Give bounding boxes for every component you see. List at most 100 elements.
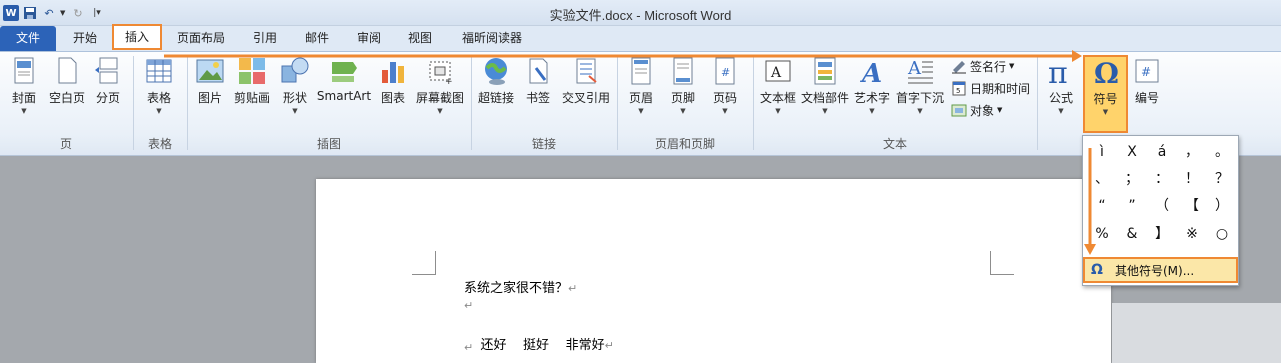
page-break-button[interactable]: 分页 [92, 56, 124, 106]
clipart-label: 剪贴画 [233, 91, 270, 105]
footer-button[interactable]: 页脚 ▼ [666, 56, 700, 115]
signature-line-label: 签名行 [970, 59, 1007, 74]
shapes-button[interactable]: 形状 ▼ [278, 56, 312, 115]
header-button[interactable]: 页眉 ▼ [624, 56, 658, 115]
symbol-cell[interactable]: 。 [1207, 140, 1237, 164]
group-label-table: 表格 [147, 137, 172, 151]
document-line-2[interactable]: ↵ [464, 298, 473, 313]
document-line-4[interactable]: ↵ [464, 340, 473, 355]
blank-page-button[interactable]: 空白页 [46, 56, 88, 106]
picture-button[interactable]: 图片 [193, 56, 227, 106]
symbol-button[interactable]: Ω 符号 ▼ [1083, 55, 1128, 133]
smartart-button[interactable]: SmartArt [316, 56, 372, 103]
more-symbols-item[interactable]: Ω 其他符号(M)... [1083, 257, 1238, 283]
signature-line-button[interactable]: 签名行 ▼ [951, 56, 1014, 76]
header-icon [631, 57, 651, 85]
paragraph-mark-icon: ↵ [464, 299, 474, 312]
screenshot-label: 屏幕截图 [415, 91, 464, 105]
symbol-cell[interactable]: á [1147, 140, 1177, 164]
blank-page-icon [58, 57, 77, 84]
svg-text:Ω: Ω [1094, 57, 1119, 87]
symbol-cell[interactable]: “ [1087, 194, 1117, 218]
symbol-cell[interactable]: ！ [1177, 167, 1207, 191]
object-label: 对象 [970, 103, 995, 118]
chart-label: 图表 [380, 91, 405, 105]
symbol-cell[interactable]: X [1117, 140, 1147, 164]
date-time-button[interactable]: 5 日期和时间 [951, 78, 1030, 98]
dropcap-dropdown-icon: ▼ [917, 107, 923, 115]
symbol-cell[interactable]: ○ [1207, 222, 1237, 246]
title-bar: W ↶ ▼ ↻ |▾ 实验文件.docx - Microsoft Word [0, 0, 1281, 26]
paragraph-mark-icon: ↵ [604, 339, 614, 352]
group-label-illustrations: 插图 [316, 137, 341, 151]
bookmark-button[interactable]: 书签 [522, 56, 554, 106]
symbol-cell[interactable]: ？ [1207, 167, 1237, 191]
date-time-label: 日期和时间 [970, 81, 1031, 96]
shapes-icon [281, 57, 309, 83]
tab-review[interactable]: 审阅 [347, 26, 391, 51]
tab-mailings[interactable]: 邮件 [295, 26, 339, 51]
clipart-button[interactable]: 剪贴画 [232, 56, 272, 106]
group-label-text: 文本 [882, 137, 907, 151]
equation-button[interactable]: π 公式 ▼ [1042, 56, 1080, 115]
symbol-cell[interactable]: % [1087, 222, 1117, 246]
chart-button[interactable]: 图表 [376, 56, 410, 106]
header-dropdown-icon: ▼ [638, 107, 644, 115]
table-label: 表格 [146, 91, 171, 105]
symbol-cell[interactable]: 【 [1177, 194, 1207, 218]
symbol-cell[interactable]: ） [1207, 194, 1237, 218]
svg-text:π: π [1048, 56, 1068, 86]
group-label-links: 链接 [531, 137, 556, 151]
tab-page-layout[interactable]: 页面布局 [168, 26, 234, 51]
document-page[interactable]: 系统之家很不错？↵ ↵ 还好 挺好 非常好↵ ↵ [316, 179, 1111, 363]
symbol-cell[interactable]: （ [1147, 194, 1177, 218]
symbol-cell[interactable]: ※ [1177, 222, 1207, 246]
tab-references[interactable]: 引用 [243, 26, 287, 51]
symbol-cell[interactable]: 、 [1087, 167, 1117, 191]
symbol-cell[interactable]: ； [1117, 167, 1147, 191]
cover-page-icon [14, 57, 34, 84]
tab-file[interactable]: 文件 [0, 26, 56, 51]
omega-icon: Ω [1094, 57, 1119, 87]
numbering-button[interactable]: # 编号 [1130, 56, 1164, 106]
paragraph-mark-icon: ↵ [464, 341, 474, 354]
document-line-1[interactable]: 系统之家很不错？↵ [464, 277, 577, 296]
page-number-icon: # [715, 57, 735, 85]
symbol-cell[interactable]: ： [1147, 167, 1177, 191]
blank-page-label: 空白页 [48, 91, 85, 105]
date-time-icon: 5 [952, 81, 966, 96]
bookmark-label: 书签 [525, 91, 550, 105]
window-title: 实验文件.docx - Microsoft Word [549, 8, 732, 23]
table-button[interactable]: 表格 ▼ [140, 56, 178, 115]
bookmark-icon [529, 58, 548, 84]
dropcap-button[interactable]: A 首字下沉 ▼ [894, 56, 946, 115]
tab-view[interactable]: 视图 [398, 26, 442, 51]
tab-foxit-reader[interactable]: 福昕阅读器 [452, 26, 532, 51]
object-button[interactable]: 对象 ▼ [951, 100, 1002, 120]
textbox-dropdown-icon: ▼ [775, 107, 781, 115]
hyperlink-icon [485, 58, 507, 85]
cover-page-button[interactable]: 封面 ▼ [6, 56, 42, 115]
picture-label: 图片 [197, 91, 222, 105]
svg-text:A: A [907, 58, 922, 79]
cover-page-label: 封面 [11, 91, 36, 105]
footer-icon [673, 57, 693, 85]
tab-insert[interactable]: 插入 [112, 24, 162, 50]
table-icon [146, 59, 172, 83]
more-symbols-label: 其他符号(M)... [1115, 263, 1195, 278]
tab-home[interactable]: 开始 [62, 26, 108, 51]
wordart-button[interactable]: A 艺术字 ▼ [852, 56, 892, 115]
hyperlink-button[interactable]: 超链接 [476, 56, 516, 106]
cross-reference-button[interactable]: 交叉引用 [560, 56, 612, 106]
symbol-cell[interactable]: ， [1177, 140, 1207, 164]
textbox-button[interactable]: A 文本框 ▼ [758, 56, 798, 115]
paragraph-mark-icon: ↵ [568, 282, 578, 295]
symbol-cell[interactable]: & [1117, 222, 1147, 246]
screenshot-button[interactable]: + 屏幕截图 ▼ [414, 56, 466, 115]
symbol-cell[interactable]: ” [1117, 194, 1147, 218]
document-line-3[interactable]: 还好 挺好 非常好↵ [464, 319, 614, 363]
quick-parts-button[interactable]: 文档部件 ▼ [800, 56, 850, 115]
page-number-button[interactable]: # 页码 ▼ [708, 56, 742, 115]
symbol-cell[interactable]: ì [1087, 140, 1117, 164]
symbol-cell[interactable]: 】 [1147, 222, 1177, 246]
